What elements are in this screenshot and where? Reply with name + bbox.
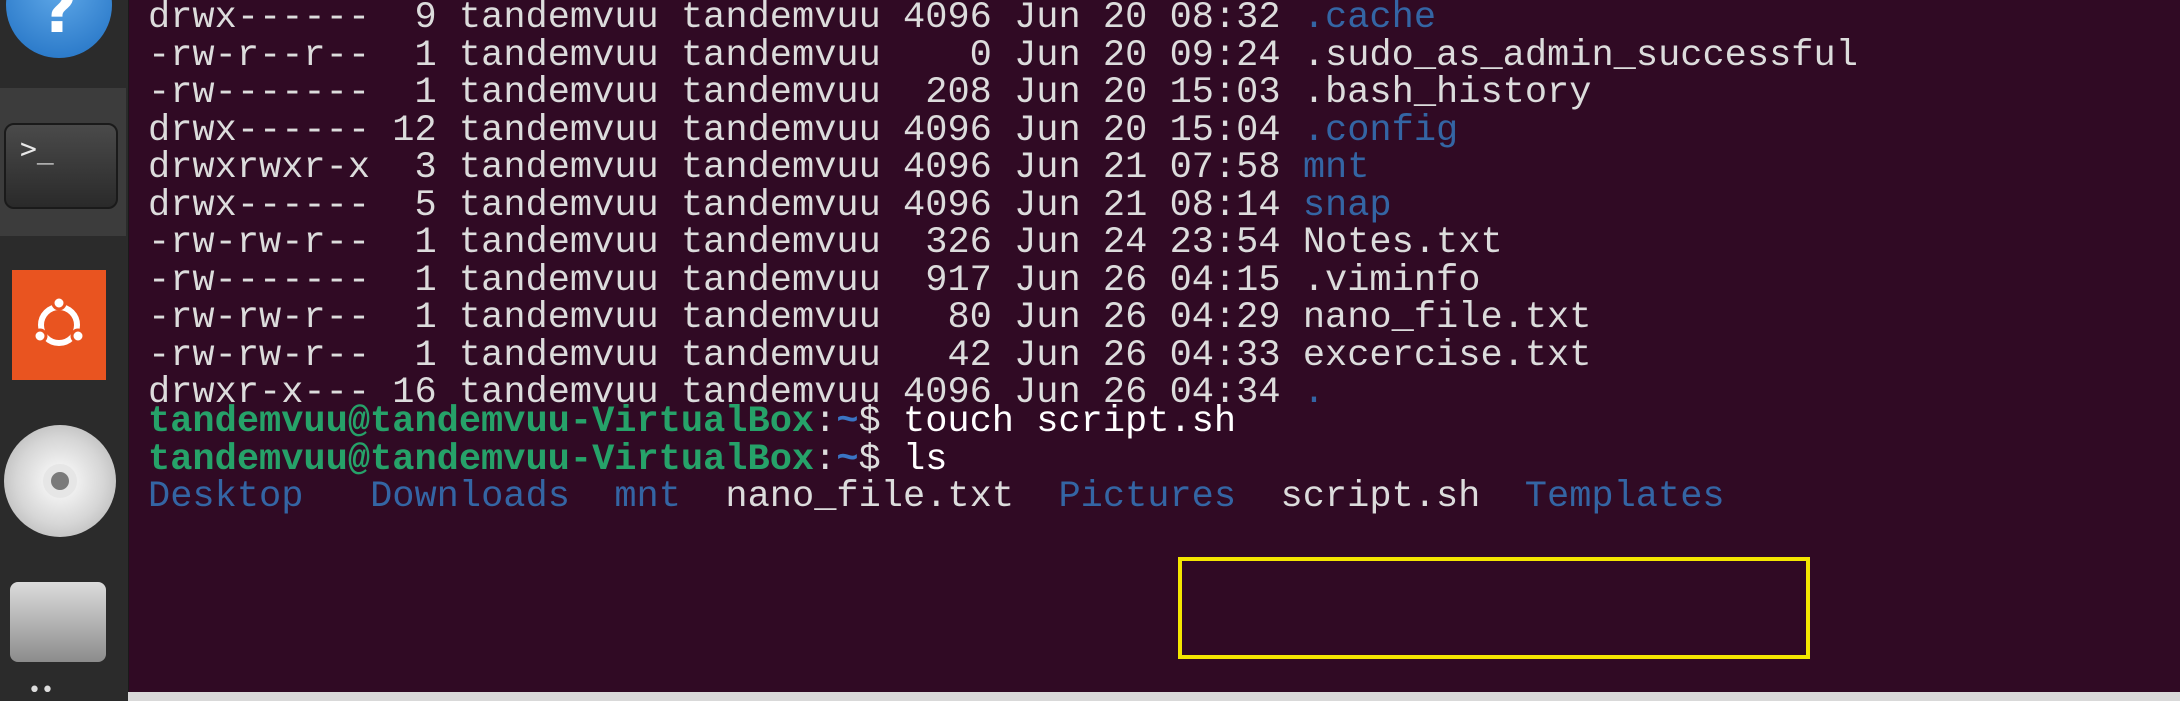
terminal-output[interactable]: drwx------ 9 tandemvuu tandemvuu 4096 Ju… xyxy=(148,0,2180,701)
file-name: excercise.txt xyxy=(1302,334,1592,377)
question-mark-icon: ? xyxy=(41,0,77,47)
dock: ? >_ •• xyxy=(0,0,129,701)
ls-output-line: Desktop Downloads mnt nano_file.txt Pict… xyxy=(148,471,1725,523)
ls-entry: script.sh xyxy=(1280,476,1481,518)
disc-hole xyxy=(43,464,77,498)
ubuntu-logo-icon xyxy=(32,295,86,346)
ls-entry: Downloads xyxy=(370,476,570,518)
ubuntu-software-icon[interactable] xyxy=(12,270,106,380)
ls-entry: nano_file.txt xyxy=(725,476,1015,518)
terminal-prompt-icon: >_ xyxy=(20,132,54,165)
help-app-icon[interactable]: ? xyxy=(6,0,112,58)
ls-entry: Desktop xyxy=(148,476,304,518)
command-text: touch script.sh xyxy=(902,401,1237,443)
show-apps-icon[interactable]: •• xyxy=(28,680,88,701)
highlight-box xyxy=(1178,557,1810,659)
ls-entry: Pictures xyxy=(1058,476,1237,518)
ls-entry: mnt xyxy=(614,476,681,518)
window-bottom-edge xyxy=(128,692,2180,701)
optical-disc-icon[interactable] xyxy=(4,425,116,537)
terminal-app-icon[interactable]: >_ xyxy=(4,123,118,209)
drive-icon[interactable] xyxy=(10,582,106,662)
directory-name: . xyxy=(1302,372,1326,414)
ls-entry: Templates xyxy=(1524,476,1725,518)
screen: ? >_ •• drwx------ 9 tandemvuu tandemvuu… xyxy=(0,0,2180,701)
